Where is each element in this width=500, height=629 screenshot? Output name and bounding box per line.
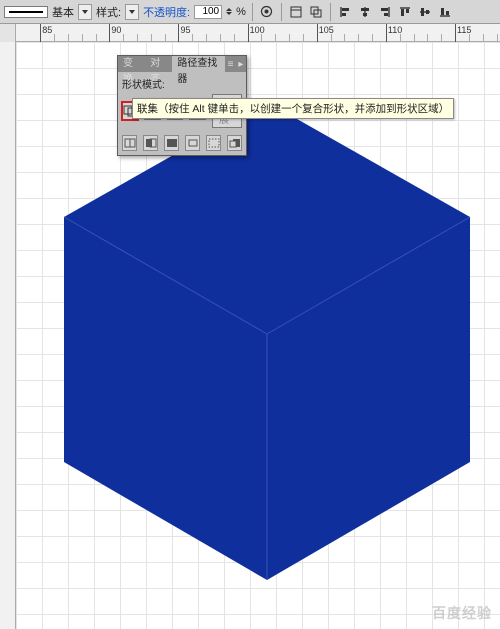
separator xyxy=(281,3,282,21)
opacity-spinner[interactable] xyxy=(226,8,232,15)
tooltip: 联集（按住 Alt 键单击，以创建一个复合形状，并添加到形状区域） xyxy=(132,98,454,119)
opacity-suffix: % xyxy=(236,6,246,18)
stroke-preview[interactable] xyxy=(4,6,48,18)
transform-again-icon[interactable] xyxy=(308,4,324,20)
align-left-icon[interactable] xyxy=(337,4,353,20)
pathfinder-merge-button[interactable] xyxy=(164,135,179,151)
align-top-icon[interactable] xyxy=(397,4,413,20)
stroke-style-label: 基本 xyxy=(52,4,74,20)
ruler-horizontal[interactable]: 859095100105110115 xyxy=(0,24,500,42)
ruler-mark: 95 xyxy=(180,25,190,35)
align-right-icon[interactable] xyxy=(377,4,393,20)
pathfinder-divide-button[interactable] xyxy=(122,135,137,151)
opacity-input[interactable] xyxy=(194,5,222,19)
align-hcenter-icon[interactable] xyxy=(357,4,373,20)
panel-menu-icon[interactable]: ≡ xyxy=(225,58,235,70)
option-bar: 基本 样式: 不透明度: % xyxy=(0,0,500,24)
panel-collapse-icon[interactable]: ▸ xyxy=(236,58,246,70)
tab-pathfinder[interactable]: 路径查找器 xyxy=(172,56,225,72)
recolor-icon[interactable] xyxy=(259,4,275,20)
opacity-label[interactable]: 不透明度: xyxy=(143,4,190,20)
watermark: 百度经验 xyxy=(432,603,492,623)
panel-tab-bar: 变换 对齐 路径查找器 ≡ ▸ xyxy=(118,56,246,72)
cube-shape[interactable] xyxy=(62,102,472,582)
pathfinder-trim-button[interactable] xyxy=(143,135,158,151)
canvas[interactable] xyxy=(16,42,500,629)
separator xyxy=(252,3,253,21)
graphic-style-label: 样式: xyxy=(96,4,121,20)
tab-transform[interactable]: 变换 xyxy=(118,56,145,72)
doc-setup-icon[interactable] xyxy=(288,4,304,20)
pathfinder-crop-button[interactable] xyxy=(185,135,200,151)
pathfinder-row xyxy=(122,132,242,151)
pathfinder-outline-button[interactable] xyxy=(206,135,221,151)
ruler-vertical[interactable] xyxy=(0,42,16,629)
align-vcenter-icon[interactable] xyxy=(417,4,433,20)
stroke-style-dropdown[interactable] xyxy=(78,4,92,20)
graphic-style-dropdown[interactable] xyxy=(125,4,139,20)
ruler-mark: 85 xyxy=(42,25,52,35)
align-bottom-icon[interactable] xyxy=(437,4,453,20)
ruler-origin[interactable] xyxy=(0,24,16,42)
pathfinder-minus-back-button[interactable] xyxy=(227,135,242,151)
ruler-mark: 90 xyxy=(111,25,121,35)
tab-align[interactable]: 对齐 xyxy=(145,56,172,72)
separator xyxy=(330,3,331,21)
